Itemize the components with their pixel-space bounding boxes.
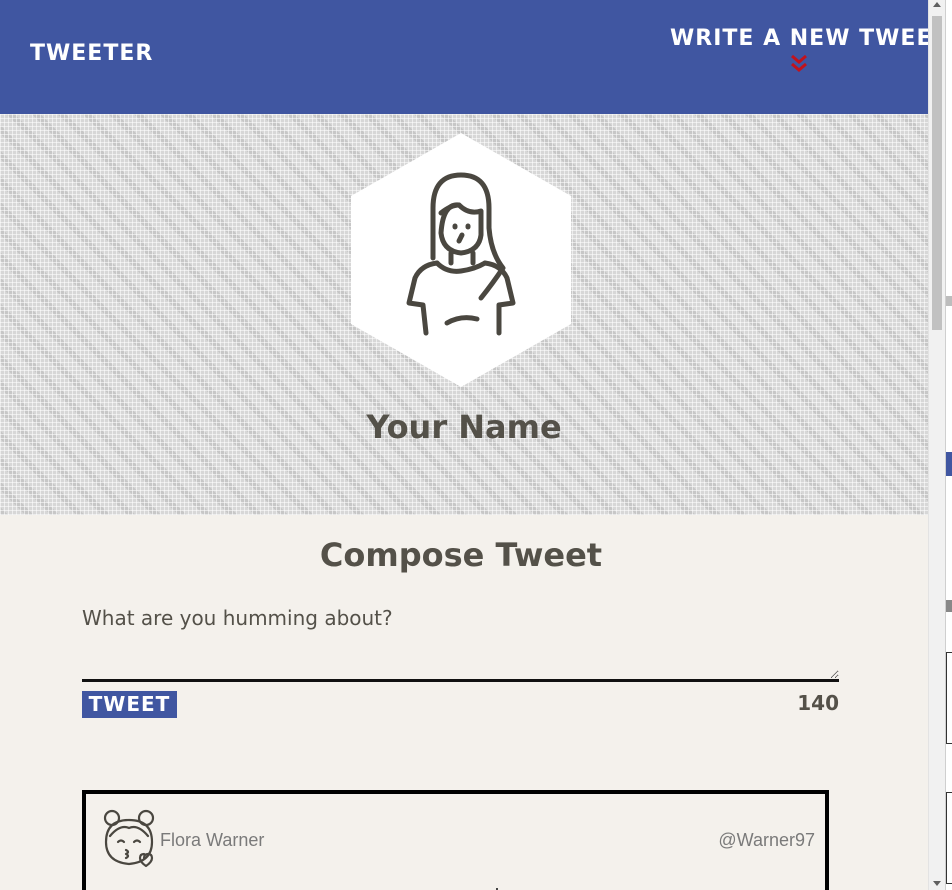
page-viewport: Tweeter Write a new tweet bbox=[0, 0, 928, 890]
profile-header: Your Name bbox=[0, 114, 928, 515]
edge-fragment bbox=[946, 652, 952, 744]
brand-logo[interactable]: Tweeter bbox=[30, 41, 153, 66]
double-chevron-down-icon bbox=[791, 54, 807, 72]
tweet-text-input[interactable] bbox=[82, 600, 839, 682]
write-new-tweet-label: Write a new tweet bbox=[670, 26, 928, 51]
char-counter: 140 bbox=[797, 691, 839, 715]
edge-fragment bbox=[946, 792, 952, 884]
scroll-thumb[interactable] bbox=[932, 16, 942, 330]
top-nav: Tweeter Write a new tweet bbox=[0, 0, 928, 114]
profile-avatar bbox=[351, 133, 571, 387]
profile-name: Your Name bbox=[366, 408, 562, 446]
write-new-tweet-button[interactable]: Write a new tweet bbox=[670, 26, 928, 74]
tweet-card: Flora Warner @Warner97 bbox=[82, 790, 829, 890]
scroll-up-arrow-icon[interactable] bbox=[933, 2, 941, 7]
tweet-submit-button[interactable]: Tweet bbox=[82, 691, 177, 718]
scroll-down-arrow-icon[interactable] bbox=[933, 881, 941, 886]
edge-fragment bbox=[946, 296, 952, 306]
girl-kiss-avatar-icon bbox=[103, 809, 155, 868]
background-window-edge bbox=[945, 0, 952, 890]
tweet-author-handle: @Warner97 bbox=[718, 830, 815, 850]
edge-fragment bbox=[946, 452, 952, 476]
edge-fragment bbox=[946, 600, 952, 612]
compose-title: Compose Tweet bbox=[319, 536, 603, 574]
vertical-scrollbar[interactable] bbox=[928, 0, 945, 890]
tweet-author-name: Flora Warner bbox=[160, 830, 265, 850]
